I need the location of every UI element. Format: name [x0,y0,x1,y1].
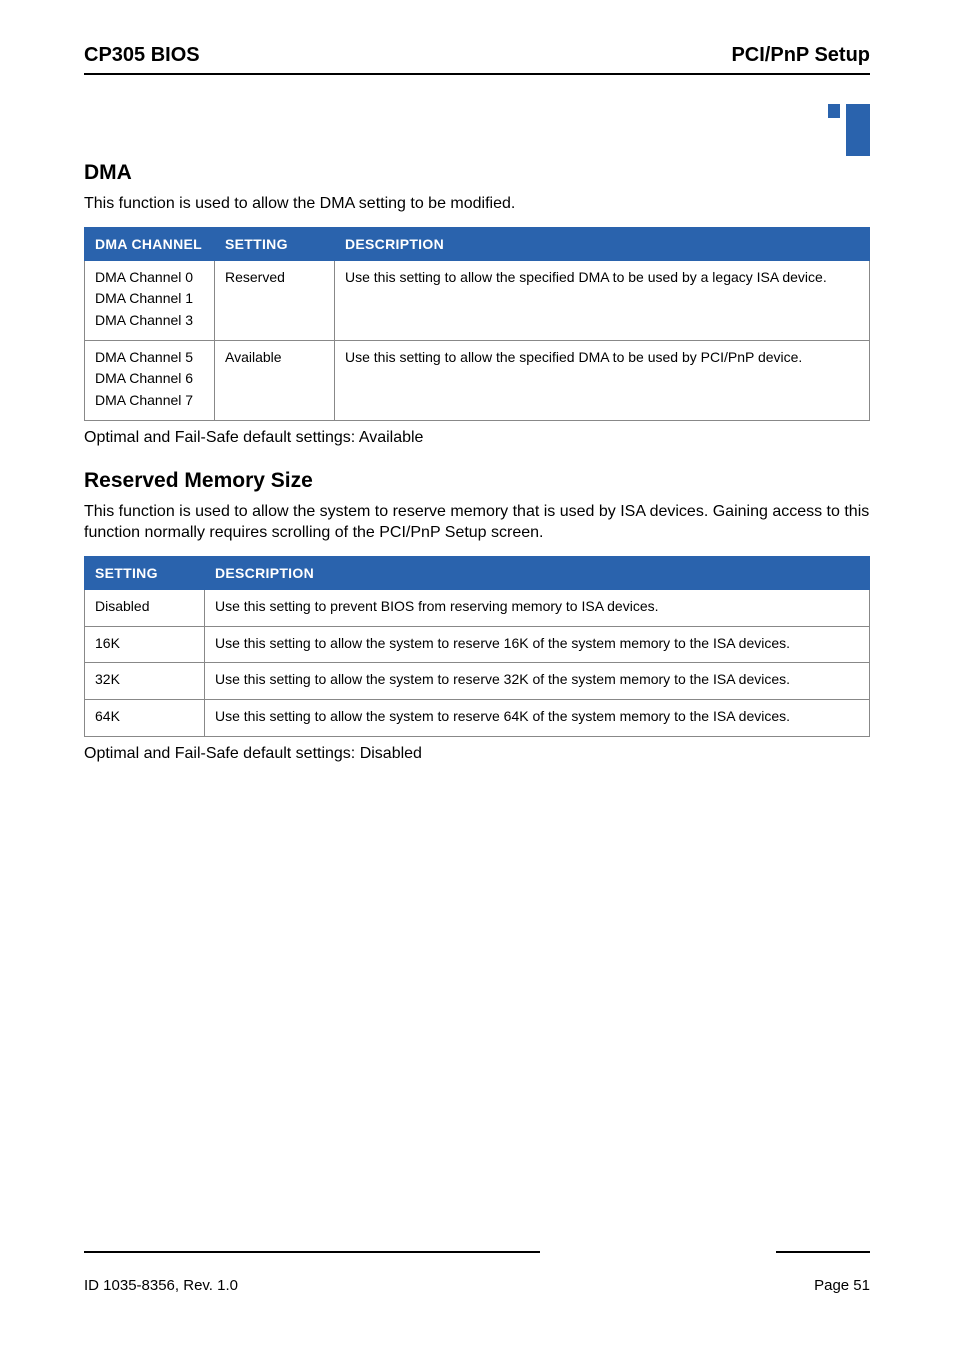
corner-logo-icon [814,104,870,156]
table-row: 32K Use this setting to allow the system… [85,663,870,700]
dma-lead: This function is used to allow the DMA s… [84,193,870,215]
dma-note: Optimal and Fail-Safe default settings: … [84,429,870,447]
mem-note: Optimal and Fail-Safe default settings: … [84,745,870,763]
dma-table: DMA CHANNEL SETTING DESCRIPTION DMA Chan… [84,227,870,421]
table-row: 64K Use this setting to allow the system… [85,699,870,736]
mem-table: SETTING DESCRIPTION Disabled Use this se… [84,556,870,737]
mem-cell-setting: Disabled [85,589,205,626]
table-row: Disabled Use this setting to prevent BIO… [85,589,870,626]
table-header-row: DMA CHANNEL SETTING DESCRIPTION [85,227,870,260]
mem-cell-setting: 32K [85,663,205,700]
dma-cell-desc: Use this setting to allow the specified … [335,260,870,340]
dma-cell-setting: Reserved [215,260,335,340]
mem-cell-setting: 16K [85,626,205,663]
table-row: DMA Channel 5 DMA Channel 6 DMA Channel … [85,340,870,420]
dma-cell-channel: DMA Channel 0 DMA Channel 1 DMA Channel … [85,260,215,340]
dma-cell-setting: Available [215,340,335,420]
mem-cell-desc: Use this setting to prevent BIOS from re… [205,589,870,626]
footer-right: Page 51 [814,1277,870,1294]
header-left: CP305 BIOS [84,44,200,67]
mem-cell-desc: Use this setting to allow the system to … [205,699,870,736]
mem-th-setting: SETTING [85,556,205,589]
page-footer: ID 1035-8356, Rev. 1.0 Page 51 [84,1251,870,1294]
dma-th-channel: DMA CHANNEL [85,227,215,260]
dma-heading: DMA [84,161,870,185]
dma-th-setting: SETTING [215,227,335,260]
page-content: DMA This function is used to allow the D… [84,119,870,763]
table-row: 16K Use this setting to allow the system… [85,626,870,663]
header-rule [84,73,870,75]
mem-lead: This function is used to allow the syste… [84,501,870,544]
footer-rule [84,1251,870,1263]
dma-cell-channel: DMA Channel 5 DMA Channel 6 DMA Channel … [85,340,215,420]
mem-cell-desc: Use this setting to allow the system to … [205,626,870,663]
table-header-row: SETTING DESCRIPTION [85,556,870,589]
dma-cell-desc: Use this setting to allow the specified … [335,340,870,420]
mem-heading: Reserved Memory Size [84,469,870,493]
mem-cell-desc: Use this setting to allow the system to … [205,663,870,700]
page-header: CP305 BIOS PCI/PnP Setup [84,44,870,73]
mem-th-description: DESCRIPTION [205,556,870,589]
table-row: DMA Channel 0 DMA Channel 1 DMA Channel … [85,260,870,340]
footer-left: ID 1035-8356, Rev. 1.0 [84,1277,238,1294]
dma-th-description: DESCRIPTION [335,227,870,260]
mem-cell-setting: 64K [85,699,205,736]
header-right: PCI/PnP Setup [731,44,870,67]
